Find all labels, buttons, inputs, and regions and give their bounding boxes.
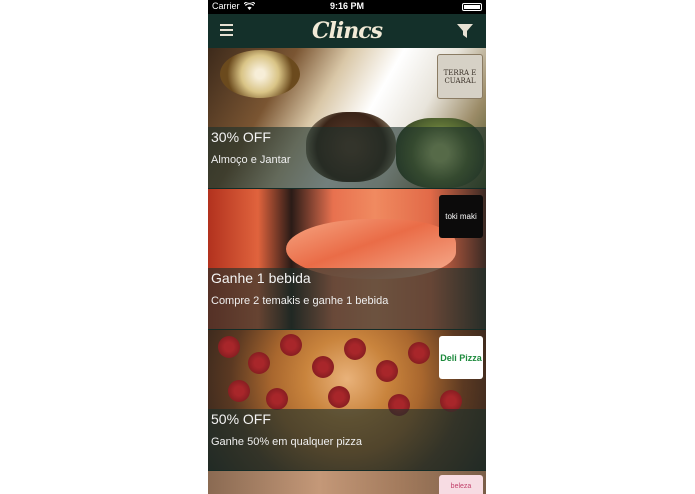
offer-title: 30% OFF — [211, 129, 271, 145]
offer-card[interactable]: toki maki Ganhe 1 bebida Compre 2 temaki… — [208, 189, 486, 329]
offer-subtitle: Almoço e Jantar — [211, 154, 291, 166]
filter-button[interactable] — [456, 22, 474, 40]
filter-funnel-icon — [457, 24, 473, 38]
offer-card[interactable]: Deli Pizza 50% OFF Ganhe 50% em qualquer… — [208, 330, 486, 470]
offer-title: Ganhe 1 bebida — [211, 270, 311, 286]
restaurant-logo: Deli Pizza — [439, 336, 483, 379]
app-screen: Carrier 9:16 PM Clincs TERRA E CUARAL 30… — [208, 0, 486, 494]
navigation-bar: Clincs — [208, 14, 486, 48]
offer-title: 50% OFF — [211, 411, 271, 427]
restaurant-logo: toki maki — [439, 195, 483, 238]
app-logo: Clincs — [311, 18, 383, 44]
battery-icon — [462, 3, 482, 11]
offer-subtitle: Ganhe 50% em qualquer pizza — [211, 436, 363, 448]
offer-card[interactable]: TERRA E CUARAL 30% OFF Almoço e Jantar — [208, 48, 486, 188]
restaurant-logo: beleza — [439, 475, 483, 494]
offer-subtitle: Compre 2 temakis e ganhe 1 bebida — [211, 295, 389, 307]
status-time: 9:16 PM — [329, 1, 364, 11]
status-bar: Carrier 9:16 PM — [208, 0, 486, 14]
offer-card[interactable]: beleza — [208, 471, 486, 494]
restaurant-logo: TERRA E CUARAL — [437, 54, 483, 99]
